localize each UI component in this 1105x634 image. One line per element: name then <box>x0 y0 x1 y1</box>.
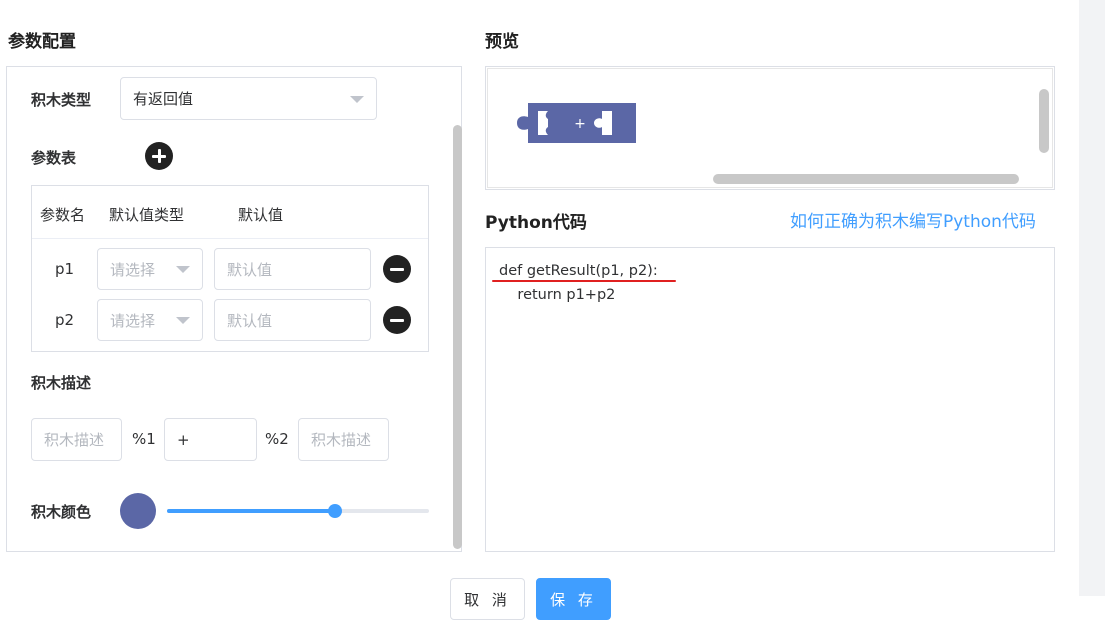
color-swatch[interactable] <box>120 493 156 529</box>
chevron-down-icon <box>350 95 364 103</box>
block-preview-shape[interactable]: + <box>516 101 638 145</box>
remove-param-button-p2[interactable] <box>383 306 411 334</box>
description-input-1[interactable]: 积木描述 <box>31 418 122 461</box>
color-label: 积木颜色 <box>31 503 92 521</box>
param-default-input-p1[interactable]: 默认值 <box>214 248 371 290</box>
param-name-p1: p1 <box>55 260 75 278</box>
side-strip <box>1079 0 1105 596</box>
preview-scrollbar-horizontal[interactable] <box>713 174 1019 184</box>
error-underline <box>492 280 676 282</box>
column-header-name: 参数名 <box>40 206 86 224</box>
block-type-label: 积木类型 <box>31 91 92 109</box>
description-sep-2: %2 <box>265 430 289 448</box>
preview-scrollbar-vertical[interactable] <box>1039 89 1049 153</box>
description-input-2[interactable]: + <box>164 418 257 461</box>
code-line-2: return p1+p2 <box>499 287 616 303</box>
block-preview-text: + <box>574 116 586 132</box>
add-param-button[interactable] <box>145 142 173 170</box>
block-type-value: 有返回值 <box>133 90 194 108</box>
config-panel: 积木类型 有返回值 参数表 参数名 默认值类型 默认值 p1 请选择 默认值 p… <box>6 66 462 552</box>
description-label: 积木描述 <box>31 374 92 392</box>
block-preview: + <box>485 66 1055 190</box>
column-header-default: 默认值 <box>238 206 284 224</box>
block-type-select[interactable]: 有返回值 <box>120 77 377 120</box>
column-header-type: 默认值类型 <box>109 206 185 224</box>
minus-icon <box>390 318 404 322</box>
section-title-config: 参数配置 <box>8 32 76 52</box>
section-title-code: Python代码 <box>485 213 587 233</box>
param-type-select-p2[interactable]: 请选择 <box>97 299 203 341</box>
cancel-button[interactable]: 取 消 <box>450 578 525 620</box>
chevron-down-icon <box>176 317 190 324</box>
panel-scrollbar[interactable] <box>453 125 462 549</box>
minus-icon <box>390 267 404 271</box>
save-button[interactable]: 保 存 <box>536 578 611 620</box>
remove-param-button-p1[interactable] <box>383 255 411 283</box>
help-link[interactable]: 如何正确为积木编写Python代码 <box>790 207 1036 232</box>
color-slider[interactable] <box>167 504 429 518</box>
description-sep-1: %1 <box>132 430 156 448</box>
code-editor[interactable]: def getResult(p1, p2): return p1+p2 <box>485 247 1055 552</box>
params-table: 参数名 默认值类型 默认值 p1 请选择 默认值 p2 请选择 默认值 <box>31 185 429 352</box>
param-type-select-p1[interactable]: 请选择 <box>97 248 203 290</box>
params-label: 参数表 <box>31 149 77 167</box>
slider-handle[interactable] <box>327 504 342 518</box>
chevron-down-icon <box>176 266 190 273</box>
param-default-input-p2[interactable]: 默认值 <box>214 299 371 341</box>
code-line-1: def getResult(p1, p2): <box>499 263 658 279</box>
param-name-p2: p2 <box>55 311 75 329</box>
description-input-3[interactable]: 积木描述 <box>298 418 389 461</box>
section-title-preview: 预览 <box>485 32 519 52</box>
